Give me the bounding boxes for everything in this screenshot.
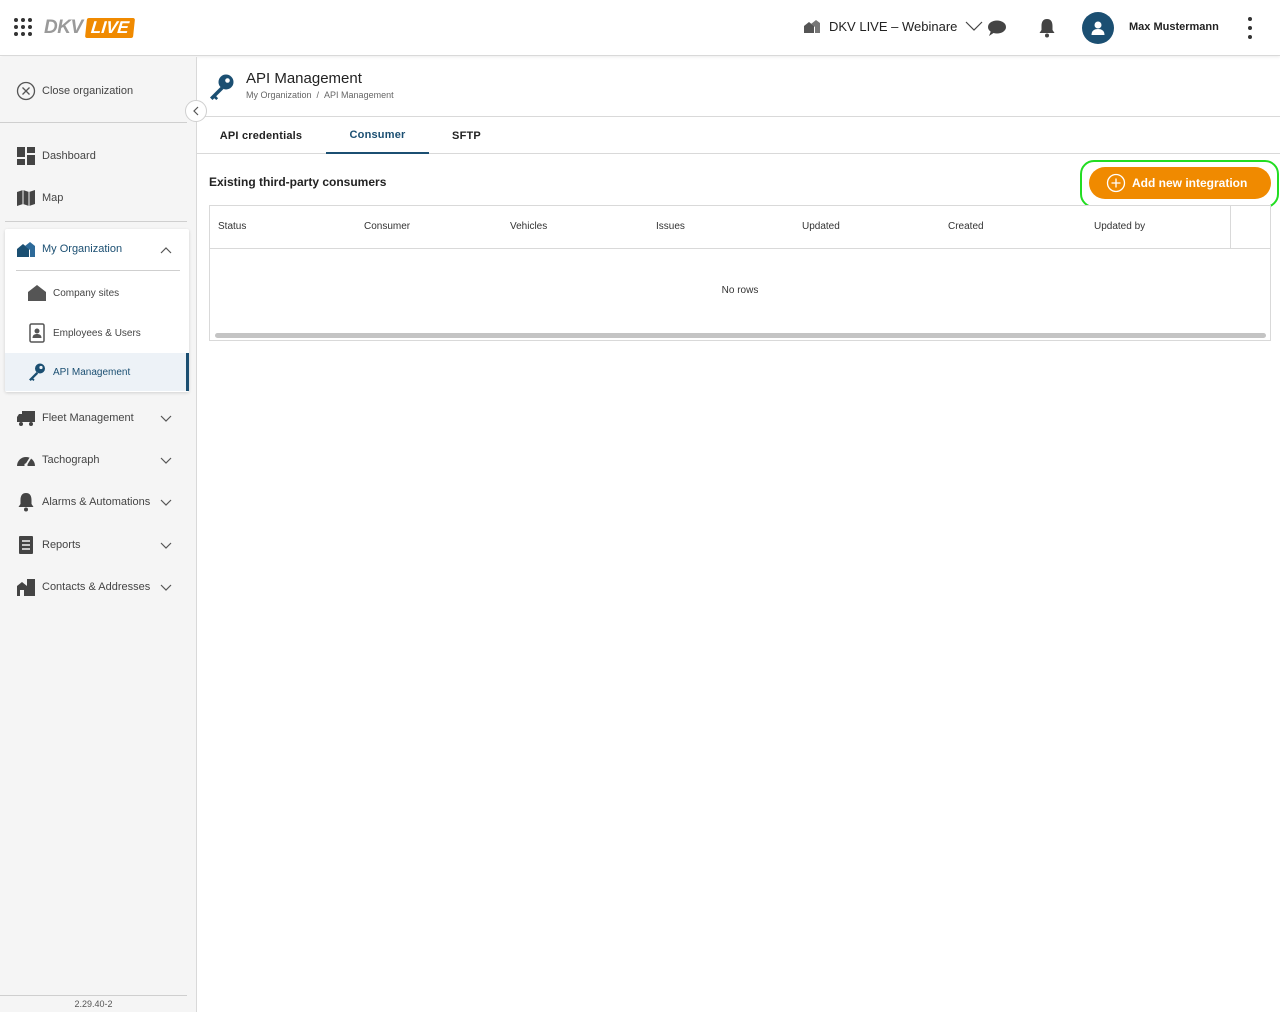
organization-name: DKV LIVE – Webinare [829, 18, 958, 34]
sidebar-item-label: API Management [53, 366, 131, 378]
tab-api-credentials[interactable]: API credentials [197, 117, 325, 154]
sidebar-item-contacts-addresses[interactable]: Contacts & Addresses [16, 576, 150, 598]
sidebar-item-label: Dashboard [42, 150, 96, 162]
sidebar-item-label: Tachograph [42, 454, 100, 466]
tab-consumer[interactable]: Consumer [326, 117, 429, 154]
sidebar-item-dashboard[interactable]: Dashboard [16, 145, 96, 167]
table-header: Status Consumer Vehicles Issues Updated … [210, 206, 1270, 249]
logo-dkv-text: DKV [44, 17, 83, 38]
gauge-icon [16, 450, 36, 470]
organization-icon [17, 242, 35, 257]
column-header-created[interactable]: Created [948, 221, 984, 232]
home-icon [28, 285, 46, 301]
chat-icon [988, 20, 1006, 36]
chevron-down-icon[interactable] [160, 412, 172, 424]
sidebar-item-company-sites[interactable]: Company sites [27, 282, 119, 304]
organization-switcher[interactable]: DKV LIVE – Webinare [803, 18, 983, 34]
horizontal-scrollbar[interactable] [215, 333, 1266, 338]
sidebar: Close organization Dashboard Map My Orga… [0, 57, 197, 1012]
column-header-status[interactable]: Status [218, 221, 246, 232]
plus-circle-icon [1106, 173, 1126, 193]
bell-icon [16, 492, 36, 512]
key-icon [210, 74, 234, 100]
close-organization-button[interactable]: Close organization [16, 81, 133, 101]
my-organization-group: My Organization Company sites Employees … [5, 229, 189, 392]
sidebar-item-employees-users[interactable]: Employees & Users [27, 322, 141, 344]
contacts-icon [16, 577, 36, 597]
breadcrumb-item[interactable]: My Organization [246, 90, 312, 100]
bell-icon [1039, 19, 1055, 38]
add-new-integration-button[interactable]: Add new integration [1089, 167, 1271, 199]
column-header-issues[interactable]: Issues [656, 221, 685, 232]
chevron-left-icon [193, 106, 199, 116]
badge-icon [29, 323, 45, 343]
sidebar-item-label: Company sites [53, 287, 120, 299]
chat-button[interactable] [985, 16, 1009, 40]
sidebar-item-label: Alarms & Automations [42, 496, 151, 508]
add-new-integration-label: Add new integration [1132, 176, 1248, 190]
organization-icon [804, 20, 820, 33]
sidebar-item-my-organization[interactable]: My Organization [16, 240, 122, 258]
chevron-down-icon[interactable] [160, 496, 172, 508]
consumers-table: Status Consumer Vehicles Issues Updated … [209, 205, 1271, 341]
truck-icon [16, 408, 36, 428]
divider [5, 221, 187, 222]
column-header-updated[interactable]: Updated [802, 221, 840, 232]
chevron-down-icon[interactable] [160, 581, 172, 593]
app-version: 2.29.40-2 [0, 995, 187, 1009]
sidebar-item-fleet-management[interactable]: Fleet Management [16, 407, 134, 429]
breadcrumb-item: API Management [324, 90, 394, 100]
sidebar-item-map[interactable]: Map [16, 187, 63, 209]
more-options-icon[interactable] [1244, 17, 1256, 39]
tab-bar: API credentials Consumer SFTP [197, 117, 1280, 154]
sidebar-item-label: Contacts & Addresses [42, 581, 151, 593]
chevron-down-icon[interactable] [160, 454, 172, 466]
divider [16, 270, 180, 271]
notifications-button[interactable] [1035, 16, 1059, 40]
breadcrumb: My Organization / API Management [246, 90, 394, 100]
key-icon [29, 363, 45, 381]
close-circle-icon [16, 81, 36, 101]
logo-live-text: LIVE [84, 18, 135, 38]
breadcrumb-separator: / [316, 90, 320, 100]
section-title: Existing third-party consumers [209, 175, 387, 189]
sidebar-item-label: Reports [42, 539, 81, 551]
close-organization-label: Close organization [42, 85, 134, 97]
user-icon [1091, 21, 1105, 35]
sidebar-item-label: Map [42, 192, 64, 204]
column-header-updated-by[interactable]: Updated by [1094, 221, 1145, 232]
sidebar-item-reports[interactable]: Reports [16, 534, 81, 556]
user-name[interactable]: Max Mustermann [1129, 21, 1219, 33]
column-header-vehicles[interactable]: Vehicles [510, 221, 547, 232]
column-header-consumer[interactable]: Consumer [364, 221, 410, 232]
tab-sftp[interactable]: SFTP [429, 117, 504, 154]
column-divider [1230, 206, 1231, 249]
map-icon [16, 188, 36, 208]
sidebar-item-tachograph[interactable]: Tachograph [16, 449, 100, 471]
sidebar-item-label: Fleet Management [42, 412, 134, 424]
user-avatar[interactable] [1082, 12, 1114, 44]
apps-grid-icon[interactable] [14, 18, 32, 36]
sidebar-item-alarms-automations[interactable]: Alarms & Automations [16, 491, 150, 513]
divider [0, 122, 187, 123]
page-title: API Management [246, 70, 362, 87]
chevron-down-icon [965, 21, 983, 31]
report-icon [16, 535, 36, 555]
empty-table-message: No rows [721, 285, 759, 296]
chevron-up-icon[interactable] [160, 245, 172, 257]
sidebar-item-api-management[interactable]: API Management [5, 353, 189, 391]
dkv-live-logo[interactable]: DKV LIVE [44, 17, 135, 39]
sidebar-item-label: My Organization [42, 243, 123, 255]
chevron-down-icon[interactable] [160, 539, 172, 551]
sidebar-item-label: Employees & Users [53, 327, 141, 339]
dashboard-icon [16, 146, 36, 166]
collapse-sidebar-button[interactable] [185, 100, 207, 122]
top-header: DKV LIVE DKV LIVE – Webinare Max Musterm… [0, 0, 1280, 56]
